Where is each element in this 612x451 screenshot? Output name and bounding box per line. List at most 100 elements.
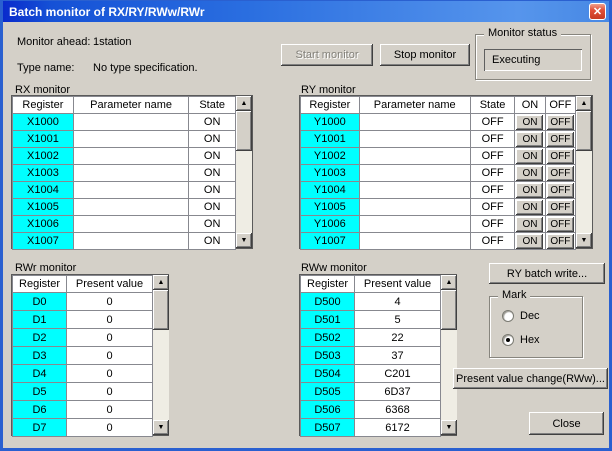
register-cell: X1001: [13, 131, 74, 148]
table-row: D60: [13, 401, 153, 419]
scroll-thumb[interactable]: [236, 111, 252, 151]
parameter-name-cell: [73, 148, 189, 165]
on-button[interactable]: ON: [516, 217, 543, 232]
scroll-track[interactable]: [236, 111, 252, 233]
state-cell: ON: [189, 233, 236, 250]
on-button[interactable]: ON: [516, 183, 543, 198]
register-cell: Y1004: [301, 182, 360, 199]
rww-header-register: Register: [301, 276, 355, 293]
present-value-cell: 4: [355, 293, 441, 311]
present-value-change-button[interactable]: Present value change(RWw)...: [453, 368, 608, 389]
scroll-up-button[interactable]: ▲: [153, 275, 169, 290]
ry-header-state: State: [470, 97, 514, 114]
rww-scrollbar[interactable]: ▲▼: [441, 275, 457, 435]
rwr-scrollbar[interactable]: ▲▼: [153, 275, 169, 435]
mark-hex-option[interactable]: Hex: [502, 334, 540, 346]
on-button[interactable]: ON: [516, 234, 543, 249]
register-cell: X1003: [13, 165, 74, 182]
rx-scrollbar[interactable]: ▲▼: [236, 96, 252, 248]
on-button[interactable]: ON: [516, 200, 543, 215]
register-cell: D6: [13, 401, 67, 419]
parameter-name-cell: [73, 165, 189, 182]
register-cell: X1000: [13, 114, 74, 131]
monitor-status-field: Executing: [484, 49, 582, 71]
scroll-down-button[interactable]: ▼: [441, 420, 457, 435]
rwr-header-value: Present value: [67, 276, 153, 293]
scroll-up-button[interactable]: ▲: [441, 275, 457, 290]
scroll-up-button[interactable]: ▲: [576, 96, 592, 111]
close-button[interactable]: ✕: [589, 3, 606, 20]
on-button[interactable]: ON: [516, 166, 543, 181]
present-value-cell: 22: [355, 329, 441, 347]
scroll-up-button[interactable]: ▲: [236, 96, 252, 111]
parameter-name-cell: [73, 216, 189, 233]
mark-group-label: Mark: [498, 289, 530, 301]
table-row: D00: [13, 293, 153, 311]
rx-monitor-table: Register Parameter name State X1000ONX10…: [11, 95, 253, 249]
off-button[interactable]: OFF: [547, 234, 574, 249]
rwr-monitor-title: RWr monitor: [15, 262, 76, 274]
scroll-thumb[interactable]: [153, 290, 169, 330]
off-button[interactable]: OFF: [547, 217, 574, 232]
off-button[interactable]: OFF: [547, 115, 574, 130]
on-button[interactable]: ON: [516, 115, 543, 130]
state-cell: OFF: [470, 233, 514, 250]
off-button[interactable]: OFF: [547, 200, 574, 215]
table-row: D50222: [301, 329, 441, 347]
scroll-down-button[interactable]: ▼: [236, 233, 252, 248]
hex-radio[interactable]: [502, 334, 514, 346]
close-dialog-button[interactable]: Close: [529, 412, 604, 435]
scroll-down-button[interactable]: ▼: [576, 233, 592, 248]
off-button[interactable]: OFF: [547, 149, 574, 164]
rx-header-row: Register Parameter name State: [13, 97, 236, 114]
scroll-down-button[interactable]: ▼: [153, 420, 169, 435]
ry-scrollbar[interactable]: ▲▼: [576, 96, 592, 248]
present-value-cell: 5: [355, 311, 441, 329]
off-button[interactable]: OFF: [547, 132, 574, 147]
dec-radio[interactable]: [502, 310, 514, 322]
present-value-cell: 6172: [355, 419, 441, 437]
rww-monitor-table: Register Present value D5004D5015D50222D…: [299, 274, 457, 436]
mark-dec-option[interactable]: Dec: [502, 310, 540, 322]
state-cell: ON: [189, 182, 236, 199]
rwr-header-row: Register Present value: [13, 276, 153, 293]
parameter-name-cell: [359, 233, 470, 250]
parameter-name-cell: [359, 131, 470, 148]
rx-table-body: X1000ONX1001ONX1002ONX1003ONX1004ONX1005…: [13, 114, 236, 250]
off-button[interactable]: OFF: [547, 166, 574, 181]
table-row: Y1000OFFONOFF: [301, 114, 576, 131]
present-value-cell: 0: [67, 365, 153, 383]
scroll-down-icon: ▼: [241, 237, 248, 244]
present-value-cell: 0: [67, 401, 153, 419]
state-cell: OFF: [470, 131, 514, 148]
register-cell: Y1007: [301, 233, 360, 250]
register-cell: D3: [13, 347, 67, 365]
scroll-track[interactable]: [153, 290, 169, 420]
mark-group: Mark Dec Hex: [489, 296, 583, 358]
register-cell: X1005: [13, 199, 74, 216]
ry-batch-write-button[interactable]: RY batch write...: [489, 263, 605, 284]
state-cell: OFF: [470, 216, 514, 233]
scroll-thumb[interactable]: [576, 111, 592, 151]
table-row: D5004: [301, 293, 441, 311]
on-button[interactable]: ON: [516, 149, 543, 164]
scroll-thumb[interactable]: [441, 290, 457, 330]
titlebar[interactable]: Batch monitor of RX/RY/RWw/RWr ✕: [3, 1, 609, 22]
ry-monitor-table: Register Parameter name State ON OFF Y10…: [299, 95, 593, 249]
off-button-cell: OFF: [545, 165, 575, 182]
scroll-track[interactable]: [441, 290, 457, 420]
start-monitor-button[interactable]: Start monitor: [281, 44, 373, 66]
state-cell: ON: [189, 131, 236, 148]
table-row: Y1005OFFONOFF: [301, 199, 576, 216]
table-row: X1006 ON: [13, 216, 236, 233]
register-cell: X1006: [13, 216, 74, 233]
off-button[interactable]: OFF: [547, 183, 574, 198]
register-cell: D507: [301, 419, 355, 437]
parameter-name-cell: [359, 114, 470, 131]
state-cell: ON: [189, 216, 236, 233]
on-button[interactable]: ON: [516, 132, 543, 147]
scroll-track[interactable]: [576, 111, 592, 233]
register-cell: X1004: [13, 182, 74, 199]
register-cell: Y1003: [301, 165, 360, 182]
stop-monitor-button[interactable]: Stop monitor: [380, 44, 470, 66]
